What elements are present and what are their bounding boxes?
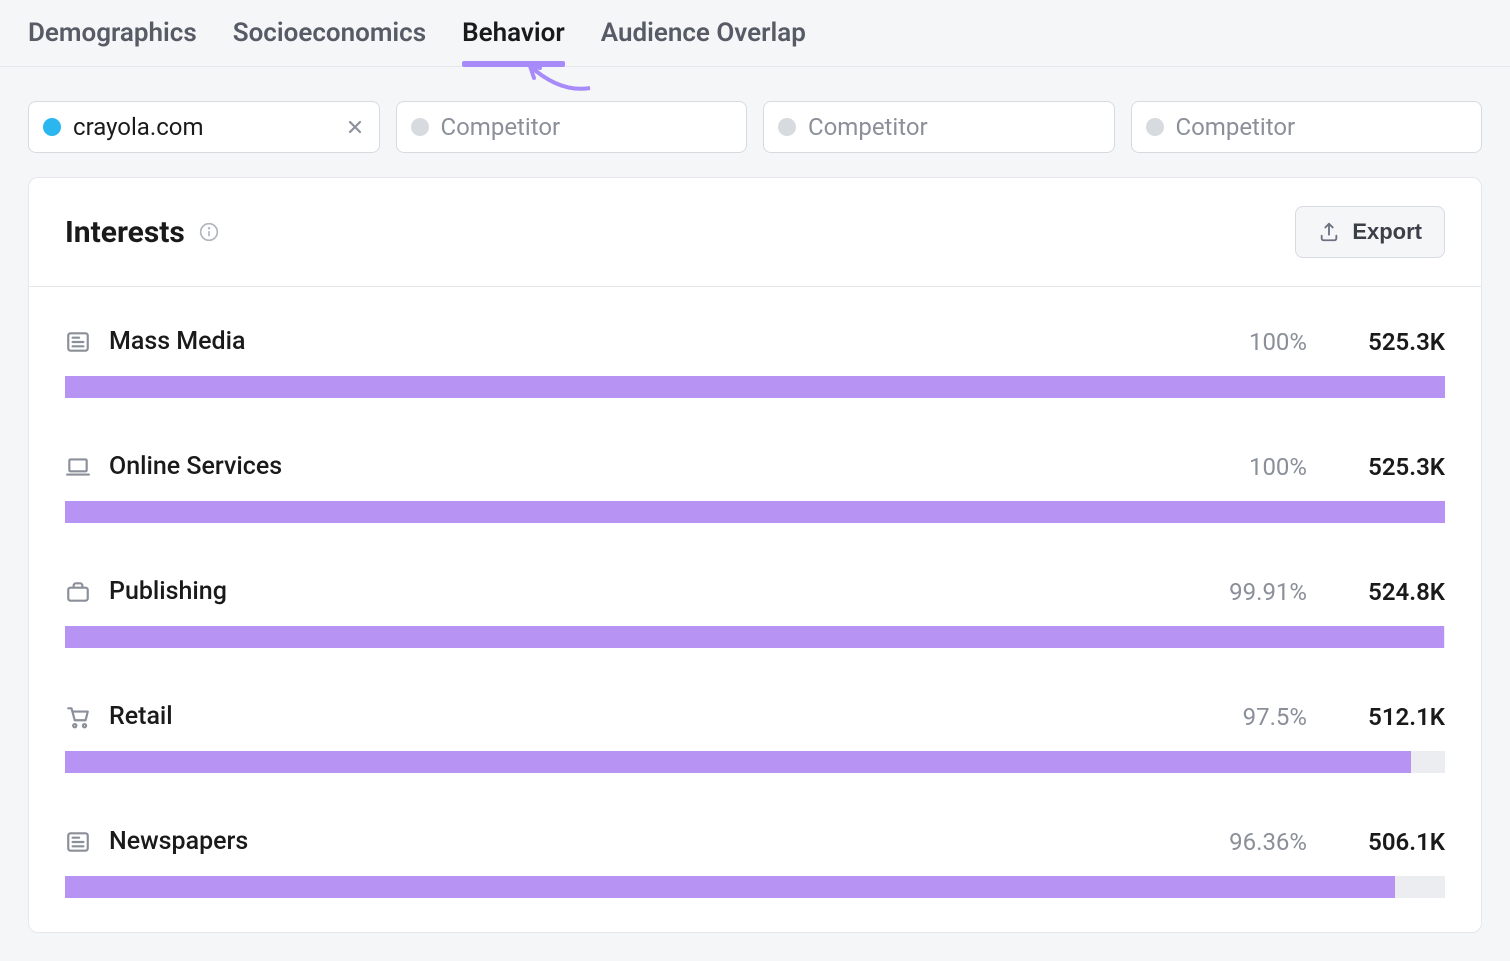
interest-value: 525.3K [1353, 328, 1445, 356]
card-title: Interests [65, 215, 185, 250]
export-button[interactable]: Export [1295, 206, 1445, 258]
interest-value: 506.1K [1353, 828, 1445, 856]
bar-fill [65, 501, 1445, 523]
interest-percent: 97.5% [1243, 703, 1307, 731]
interest-value: 524.8K [1353, 578, 1445, 606]
interest-name: Mass Media [109, 327, 1231, 356]
interest-value: 525.3K [1353, 453, 1445, 481]
domain-color-dot [778, 118, 796, 136]
interest-value: 512.1K [1353, 703, 1445, 731]
tab-socioeconomics[interactable]: Socioeconomics [233, 18, 426, 66]
domain-color-dot [43, 118, 61, 136]
export-icon [1318, 221, 1340, 243]
tab-demographics[interactable]: Demographics [28, 18, 197, 66]
interest-name: Publishing [109, 577, 1211, 606]
domain-color-dot [1146, 118, 1164, 136]
bar-fill [65, 876, 1395, 898]
domain-row: crayola.com Competitor Competitor Compet… [0, 67, 1510, 177]
domain-placeholder: Competitor [808, 113, 1100, 141]
interest-name: Retail [109, 702, 1225, 731]
domain-value: crayola.com [73, 113, 333, 141]
bar-fill [65, 626, 1444, 648]
briefcase-icon [65, 579, 91, 605]
tab-behavior[interactable]: Behavior [462, 18, 565, 66]
card-header: Interests Export [29, 178, 1481, 287]
bar-track [65, 751, 1445, 773]
laptop-icon [65, 454, 91, 480]
domain-color-dot [411, 118, 429, 136]
news-icon [65, 829, 91, 855]
interest-name: Newspapers [109, 827, 1211, 856]
domain-input-competitor-3[interactable]: Competitor [1131, 101, 1483, 153]
domain-input-competitor-1[interactable]: Competitor [396, 101, 748, 153]
interest-row: Publishing 99.91% 524.8K [65, 557, 1445, 682]
clear-icon[interactable] [345, 117, 365, 137]
interest-row: Mass Media 100% 525.3K [65, 307, 1445, 432]
info-icon[interactable] [199, 222, 219, 242]
interest-percent: 96.36% [1229, 828, 1307, 856]
bar-fill [65, 376, 1445, 398]
domain-input-competitor-2[interactable]: Competitor [763, 101, 1115, 153]
interest-row: Newspapers 96.36% 506.1K [65, 807, 1445, 932]
domain-input-primary[interactable]: crayola.com [28, 101, 380, 153]
bar-fill [65, 751, 1411, 773]
export-label: Export [1352, 219, 1422, 245]
bar-track [65, 376, 1445, 398]
domain-placeholder: Competitor [441, 113, 733, 141]
tab-audience-overlap[interactable]: Audience Overlap [601, 18, 806, 66]
bar-track [65, 501, 1445, 523]
interest-row: Online Services 100% 525.3K [65, 432, 1445, 557]
interest-percent: 99.91% [1229, 578, 1307, 606]
interest-name: Online Services [109, 452, 1231, 481]
cart-icon [65, 704, 91, 730]
interest-percent: 100% [1249, 328, 1307, 356]
news-icon [65, 329, 91, 355]
interests-list: Mass Media 100% 525.3K Online Services 1… [29, 287, 1481, 932]
interest-percent: 100% [1249, 453, 1307, 481]
bar-track [65, 626, 1445, 648]
interests-card: Interests Export Mass Media 100% 525.3K [28, 177, 1482, 933]
domain-placeholder: Competitor [1176, 113, 1468, 141]
bar-track [65, 876, 1445, 898]
nav-tabs: Demographics Socioeconomics Behavior Aud… [0, 0, 1510, 67]
interest-row: Retail 97.5% 512.1K [65, 682, 1445, 807]
